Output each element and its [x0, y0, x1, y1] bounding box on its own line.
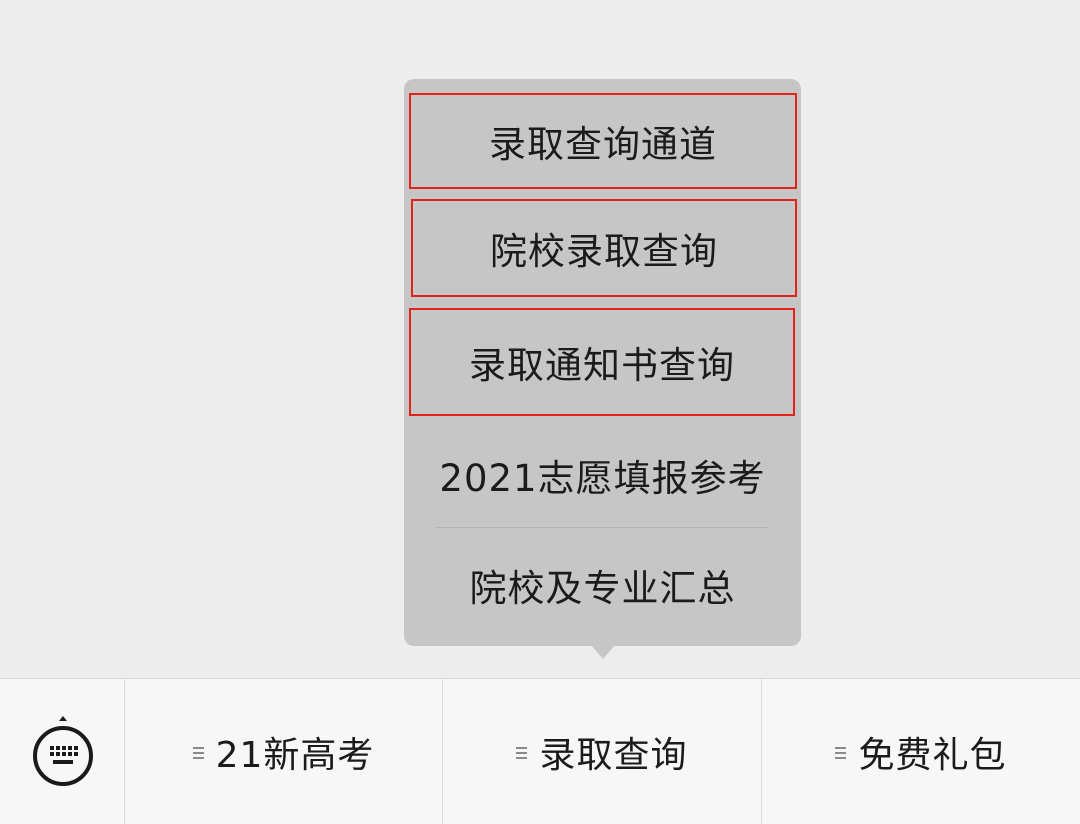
menu-lines-icon [192, 746, 206, 760]
menu-button-admission-query[interactable]: 录取查询 [443, 679, 762, 824]
menu-button-new-gaokao[interactable]: 21新高考 [125, 679, 443, 824]
menu-lines-icon [835, 746, 848, 760]
menu-lines-icon [516, 746, 529, 760]
submenu-item-admission-letter[interactable]: 录取通知书查询 [409, 308, 795, 416]
keyboard-toggle-button[interactable] [0, 679, 125, 824]
submenu-item-label: 2021志愿填报参考 [439, 457, 766, 500]
menu-button-free-gift[interactable]: 免费礼包 [762, 679, 1080, 824]
keyboard-icon [33, 716, 93, 786]
menu-button-label: 录取查询 [539, 735, 688, 776]
submenu-item-label: 录取查询通道 [489, 123, 717, 166]
submenu-item-college-admission[interactable]: 院校录取查询 [411, 199, 797, 297]
submenu-divider [436, 527, 769, 528]
submenu-item-admission-channel[interactable]: 录取查询通道 [409, 93, 797, 189]
submenu-item-label: 录取通知书查询 [469, 344, 735, 387]
custom-menu-bar: 21新高考 录取查询 免费礼包 [0, 678, 1080, 824]
submenu-item-application-reference[interactable]: 2021志愿填报参考 [404, 425, 801, 525]
submenu-item-colleges-majors[interactable]: 院校及专业汇总 [404, 529, 801, 641]
submenu-item-label: 院校及专业汇总 [469, 567, 736, 610]
menu-button-label: 免费礼包 [858, 735, 1007, 776]
menu-button-label: 21新高考 [215, 735, 375, 776]
submenu-item-label: 院校录取查询 [490, 230, 718, 273]
submenu-popup: 录取查询通道 院校录取查询 录取通知书查询 2021志愿填报参考 院校及专业汇总 [404, 79, 801, 646]
chat-screen: 录取查询通道 院校录取查询 录取通知书查询 2021志愿填报参考 院校及专业汇总 [0, 0, 1080, 824]
submenu-pointer [591, 645, 615, 659]
